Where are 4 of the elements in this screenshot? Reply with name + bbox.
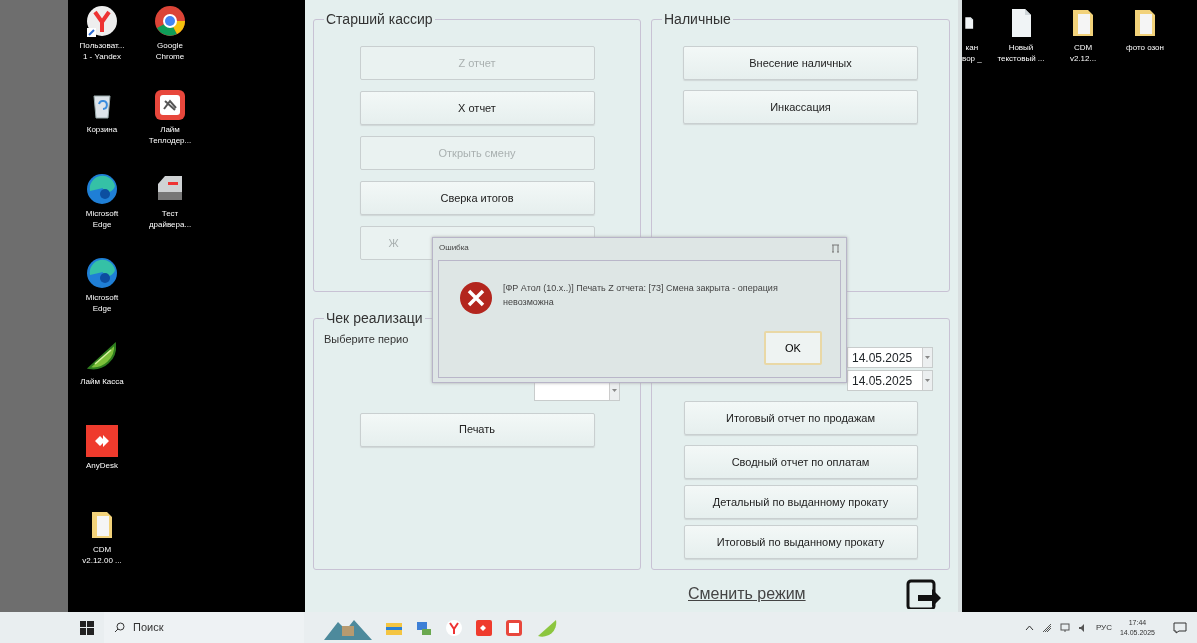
period-label: Выберите перио xyxy=(324,332,410,347)
group-title: Старший кассир xyxy=(324,10,435,28)
dialog-title: Ошибка xyxy=(439,242,469,254)
error-message: [ФР Атол (10.х..)] Печать Z отчета: [73] Смена закрыта - операция невозможна xyxy=(503,282,779,310)
